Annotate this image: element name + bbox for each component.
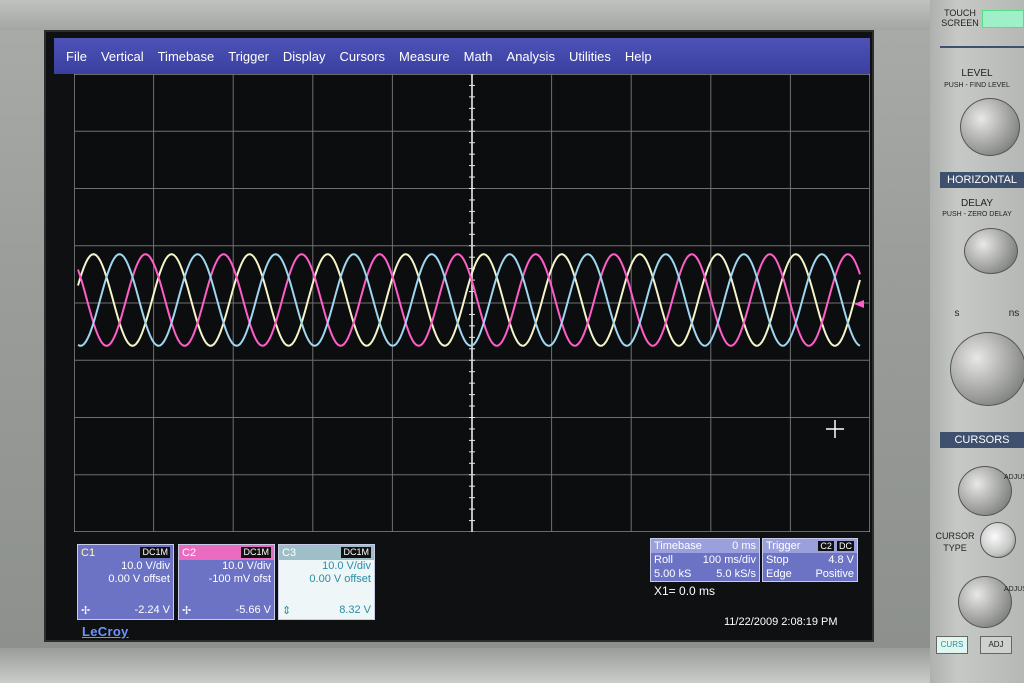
s-label: s — [954, 308, 960, 319]
menu-vertical[interactable]: Vertical — [94, 49, 151, 64]
touch-screen-button[interactable] — [982, 10, 1024, 28]
trigger-level: 4.8 V — [828, 554, 854, 566]
menu-trigger[interactable]: Trigger — [221, 49, 276, 64]
channel-2-vdiv: 10.0 V/div — [222, 560, 271, 572]
trigger-mode: Stop — [766, 554, 789, 566]
trigger-label: Trigger — [766, 540, 801, 552]
channel-1-vdiv: 10.0 V/div — [121, 560, 170, 572]
delay-knob[interactable] — [964, 228, 1018, 274]
trigger-slope: Positive — [815, 568, 854, 580]
delay-label: DELAY — [960, 198, 994, 209]
cursor-type-button[interactable] — [980, 522, 1016, 558]
timebase-mode: Roll — [654, 554, 673, 566]
menu-timebase[interactable]: Timebase — [151, 49, 222, 64]
bezel-bottom — [0, 648, 930, 683]
date-time: 11/22/2009 2:08:19 PM — [724, 616, 838, 628]
timebase-box[interactable]: Timebase 0 ms Roll 100 ms/div 5.00 kS 5.0 k… — [650, 538, 760, 582]
horizontal-header: HORIZONTAL — [940, 172, 1024, 188]
adjust-coarse-label: ADJUST COARSE — [1004, 586, 1024, 593]
control-panel: TOUCH SCREEN LEVEL PUSH - FIND LEVEL HOR… — [930, 0, 1024, 683]
menu-math[interactable]: Math — [457, 49, 500, 64]
level-label: LEVEL — [961, 68, 993, 79]
channel-1-coupling: DC1M — [140, 547, 170, 558]
timebase-samples: 5.00 kS — [654, 568, 692, 580]
trigger-coupling: DC — [837, 541, 854, 551]
channel-1-offset: 0.00 V offset — [108, 573, 170, 585]
timebase-delay: 0 ms — [732, 540, 756, 552]
channel-2-reading: -5.66 V — [235, 604, 271, 616]
channel-1-measure-icon: ✢ — [81, 605, 91, 617]
timebase-rate: 5.0 kS/s — [716, 568, 756, 580]
menu-bar: File Vertical Timebase Trigger Display C… — [54, 38, 870, 74]
curs-button[interactable]: CURS — [936, 636, 968, 654]
menu-help[interactable]: Help — [618, 49, 659, 64]
bezel-top — [0, 0, 930, 30]
menu-display[interactable]: Display — [276, 49, 333, 64]
menu-file[interactable]: File — [54, 49, 94, 64]
level-sub-label: PUSH - FIND LEVEL — [944, 82, 1010, 89]
level-knob[interactable] — [960, 98, 1020, 156]
waveform-graticule[interactable]: C3 — [74, 74, 870, 532]
brand-logo: LeCroy — [82, 624, 129, 639]
menu-analysis[interactable]: Analysis — [500, 49, 562, 64]
channel-3-offset: 0.00 V offset — [309, 573, 371, 585]
cursor-readout: X1= 0.0 ms — [654, 584, 716, 598]
channel-3-name: C3 — [282, 546, 297, 559]
cursor-type-label: CURSOR TYPE — [935, 531, 975, 553]
adjust-fine-label: ADJUST FINE — [1004, 474, 1024, 481]
channel-2-offset: -100 mV ofst — [208, 573, 271, 585]
channel-3-box[interactable]: C3 DC1M 10.0 V/div 0.00 V offset ⇕ 8.32 V — [278, 544, 375, 620]
menu-measure[interactable]: Measure — [392, 49, 457, 64]
channel-2-name: C2 — [182, 546, 197, 559]
menu-cursors[interactable]: Cursors — [333, 49, 393, 64]
channel-3-measure-icon: ⇕ — [282, 605, 292, 617]
timebase-tdiv: 100 ms/div — [702, 554, 756, 566]
ns-label: ns — [1008, 308, 1020, 319]
channel-2-box[interactable]: C2 DC1M 10.0 V/div -100 mV ofst ✢ -5.66 V — [178, 544, 275, 620]
channel-1-reading: -2.24 V — [134, 604, 170, 616]
trigger-source: C2 — [818, 541, 834, 551]
channel-3-coupling: DC1M — [341, 547, 371, 558]
channel-1-name: C1 — [81, 546, 96, 559]
channel-3-reading: 8.32 V — [339, 604, 371, 616]
timebase-label: Timebase — [654, 540, 702, 552]
channel-2-coupling: DC1M — [241, 547, 271, 558]
channel-3-vdiv: 10.0 V/div — [322, 560, 371, 572]
touch-screen-label: TOUCH SCREEN — [941, 8, 979, 28]
channel-1-box[interactable]: C1 DC1M 10.0 V/div 0.00 V offset ✢ -2.24 V — [77, 544, 174, 620]
delay-sub-label: PUSH - ZERO DELAY — [942, 211, 1012, 218]
adjust-coarse-knob[interactable] — [958, 576, 1012, 628]
trigger-type: Edge — [766, 568, 792, 580]
cursors-header: CURSORS — [940, 432, 1024, 448]
menu-utilities[interactable]: Utilities — [562, 49, 618, 64]
oscilloscope-screen: File Vertical Timebase Trigger Display C… — [44, 30, 874, 642]
channel-2-measure-icon: ✢ — [182, 605, 192, 617]
adj-button[interactable]: ADJ — [980, 636, 1012, 654]
trigger-box[interactable]: Trigger C2 DC Stop 4.8 V Edge Positive — [762, 538, 858, 582]
timebase-knob[interactable] — [950, 332, 1024, 406]
